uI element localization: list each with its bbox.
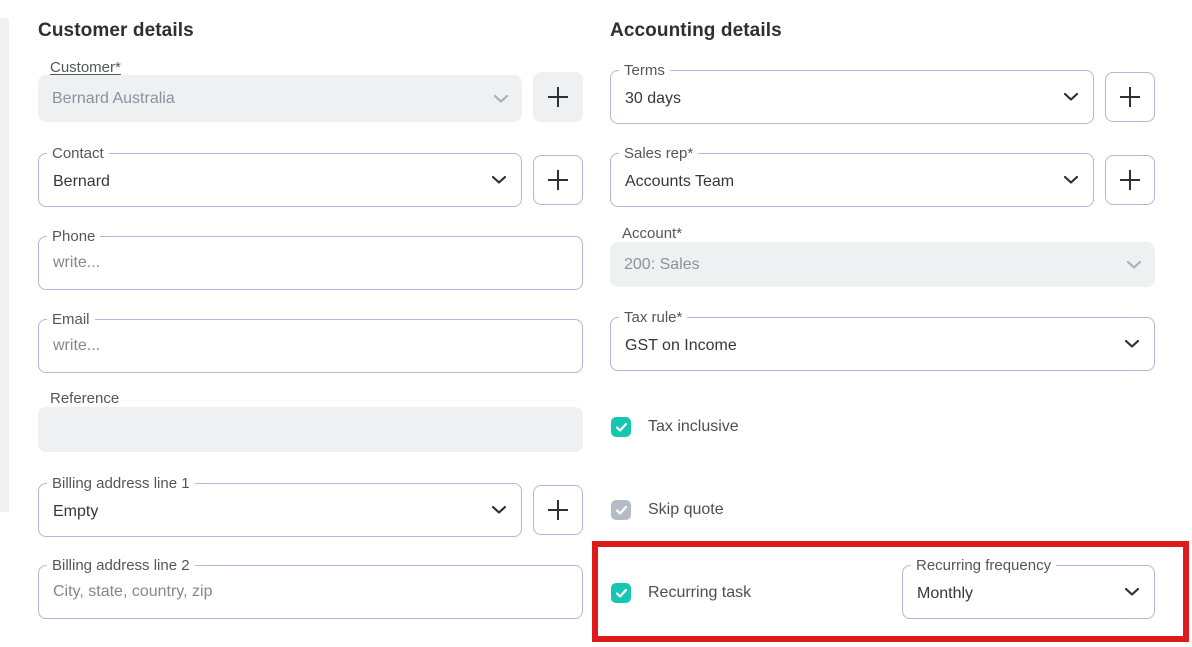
phone-input[interactable]	[53, 254, 558, 272]
tax-rule-label: Tax rule*	[619, 309, 687, 326]
sales-rep-label: Sales rep*	[619, 145, 698, 162]
sales-rep-value: Accounts Team	[625, 173, 734, 191]
sales-rep-add-button[interactable]	[1105, 155, 1155, 205]
account-value: 200: Sales	[624, 256, 700, 274]
billing-address-line-2-label: Billing address line 2	[47, 557, 195, 574]
customer-field: Customer* Bernard Australia	[38, 60, 522, 122]
customer-details-heading: Customer details	[38, 20, 194, 42]
reference-label: Reference	[38, 391, 583, 407]
email-field: Email	[38, 311, 583, 373]
skip-quote-label: Skip quote	[648, 501, 724, 519]
checkmark-icon	[615, 422, 628, 433]
recurring-frequency-label: Recurring frequency	[911, 557, 1056, 574]
skip-quote-row: Skip quote	[611, 500, 724, 520]
customer-label: Customer*	[38, 60, 522, 76]
recurring-frequency-value: Monthly	[917, 585, 973, 603]
invoice-details-form: Customer details Customer* Bernard Austr…	[0, 0, 1192, 647]
tax-inclusive-label: Tax inclusive	[648, 418, 739, 436]
tax-inclusive-row: Tax inclusive	[611, 417, 739, 437]
terms-label: Terms	[619, 62, 670, 79]
checkmark-icon	[615, 505, 628, 516]
plus-icon	[547, 86, 569, 108]
contact-add-button[interactable]	[533, 155, 583, 205]
chevron-down-icon	[492, 176, 506, 184]
billing-address-line-2-field: Billing address line 2	[38, 557, 583, 619]
plus-icon	[547, 169, 569, 191]
tax-rule-field[interactable]: Tax rule* GST on Income	[610, 309, 1155, 371]
email-label: Email	[47, 311, 95, 328]
skip-quote-checkbox	[611, 500, 631, 520]
recurring-task-checkbox[interactable]	[611, 583, 631, 603]
accounting-details-heading: Accounting details	[610, 20, 782, 42]
terms-value: 30 days	[625, 90, 681, 108]
sales-rep-field[interactable]: Sales rep* Accounts Team	[610, 145, 1094, 207]
billing-address-line-1-label: Billing address line 1	[47, 475, 195, 492]
customer-add-button	[533, 72, 583, 122]
chevron-down-icon	[1125, 588, 1139, 596]
chevron-down-icon	[1127, 261, 1141, 269]
email-input[interactable]	[53, 337, 558, 355]
account-field: Account* 200: Sales	[610, 226, 1155, 287]
tax-rule-value: GST on Income	[625, 337, 737, 355]
recurring-frequency-field[interactable]: Recurring frequency Monthly	[902, 557, 1155, 619]
phone-label: Phone	[47, 228, 100, 245]
terms-field[interactable]: Terms 30 days	[610, 62, 1094, 124]
billing-address-line-1-field[interactable]: Billing address line 1 Empty	[38, 475, 522, 537]
billing-address-line-1-value: Empty	[53, 503, 98, 521]
contact-value: Bernard	[53, 173, 110, 191]
checkmark-icon	[615, 588, 628, 599]
account-label: Account*	[610, 226, 1155, 242]
customer-value: Bernard Australia	[52, 90, 175, 108]
chevron-down-icon	[494, 95, 508, 103]
tax-inclusive-checkbox[interactable]	[611, 417, 631, 437]
recurring-task-label: Recurring task	[648, 584, 751, 602]
chevron-down-icon	[1064, 93, 1078, 101]
contact-label: Contact	[47, 145, 109, 162]
plus-icon	[1119, 169, 1141, 191]
recurring-task-row: Recurring task	[611, 583, 751, 603]
panel-edge-divider	[0, 18, 9, 512]
chevron-down-icon	[1064, 176, 1078, 184]
chevron-down-icon	[492, 506, 506, 514]
plus-icon	[1119, 86, 1141, 108]
billing-address-add-button[interactable]	[533, 485, 583, 535]
plus-icon	[547, 499, 569, 521]
billing-address-line-2-input[interactable]	[53, 583, 558, 601]
reference-field: Reference	[38, 391, 583, 452]
contact-field[interactable]: Contact Bernard	[38, 145, 522, 207]
phone-field: Phone	[38, 228, 583, 290]
terms-add-button[interactable]	[1105, 72, 1155, 122]
chevron-down-icon	[1125, 340, 1139, 348]
